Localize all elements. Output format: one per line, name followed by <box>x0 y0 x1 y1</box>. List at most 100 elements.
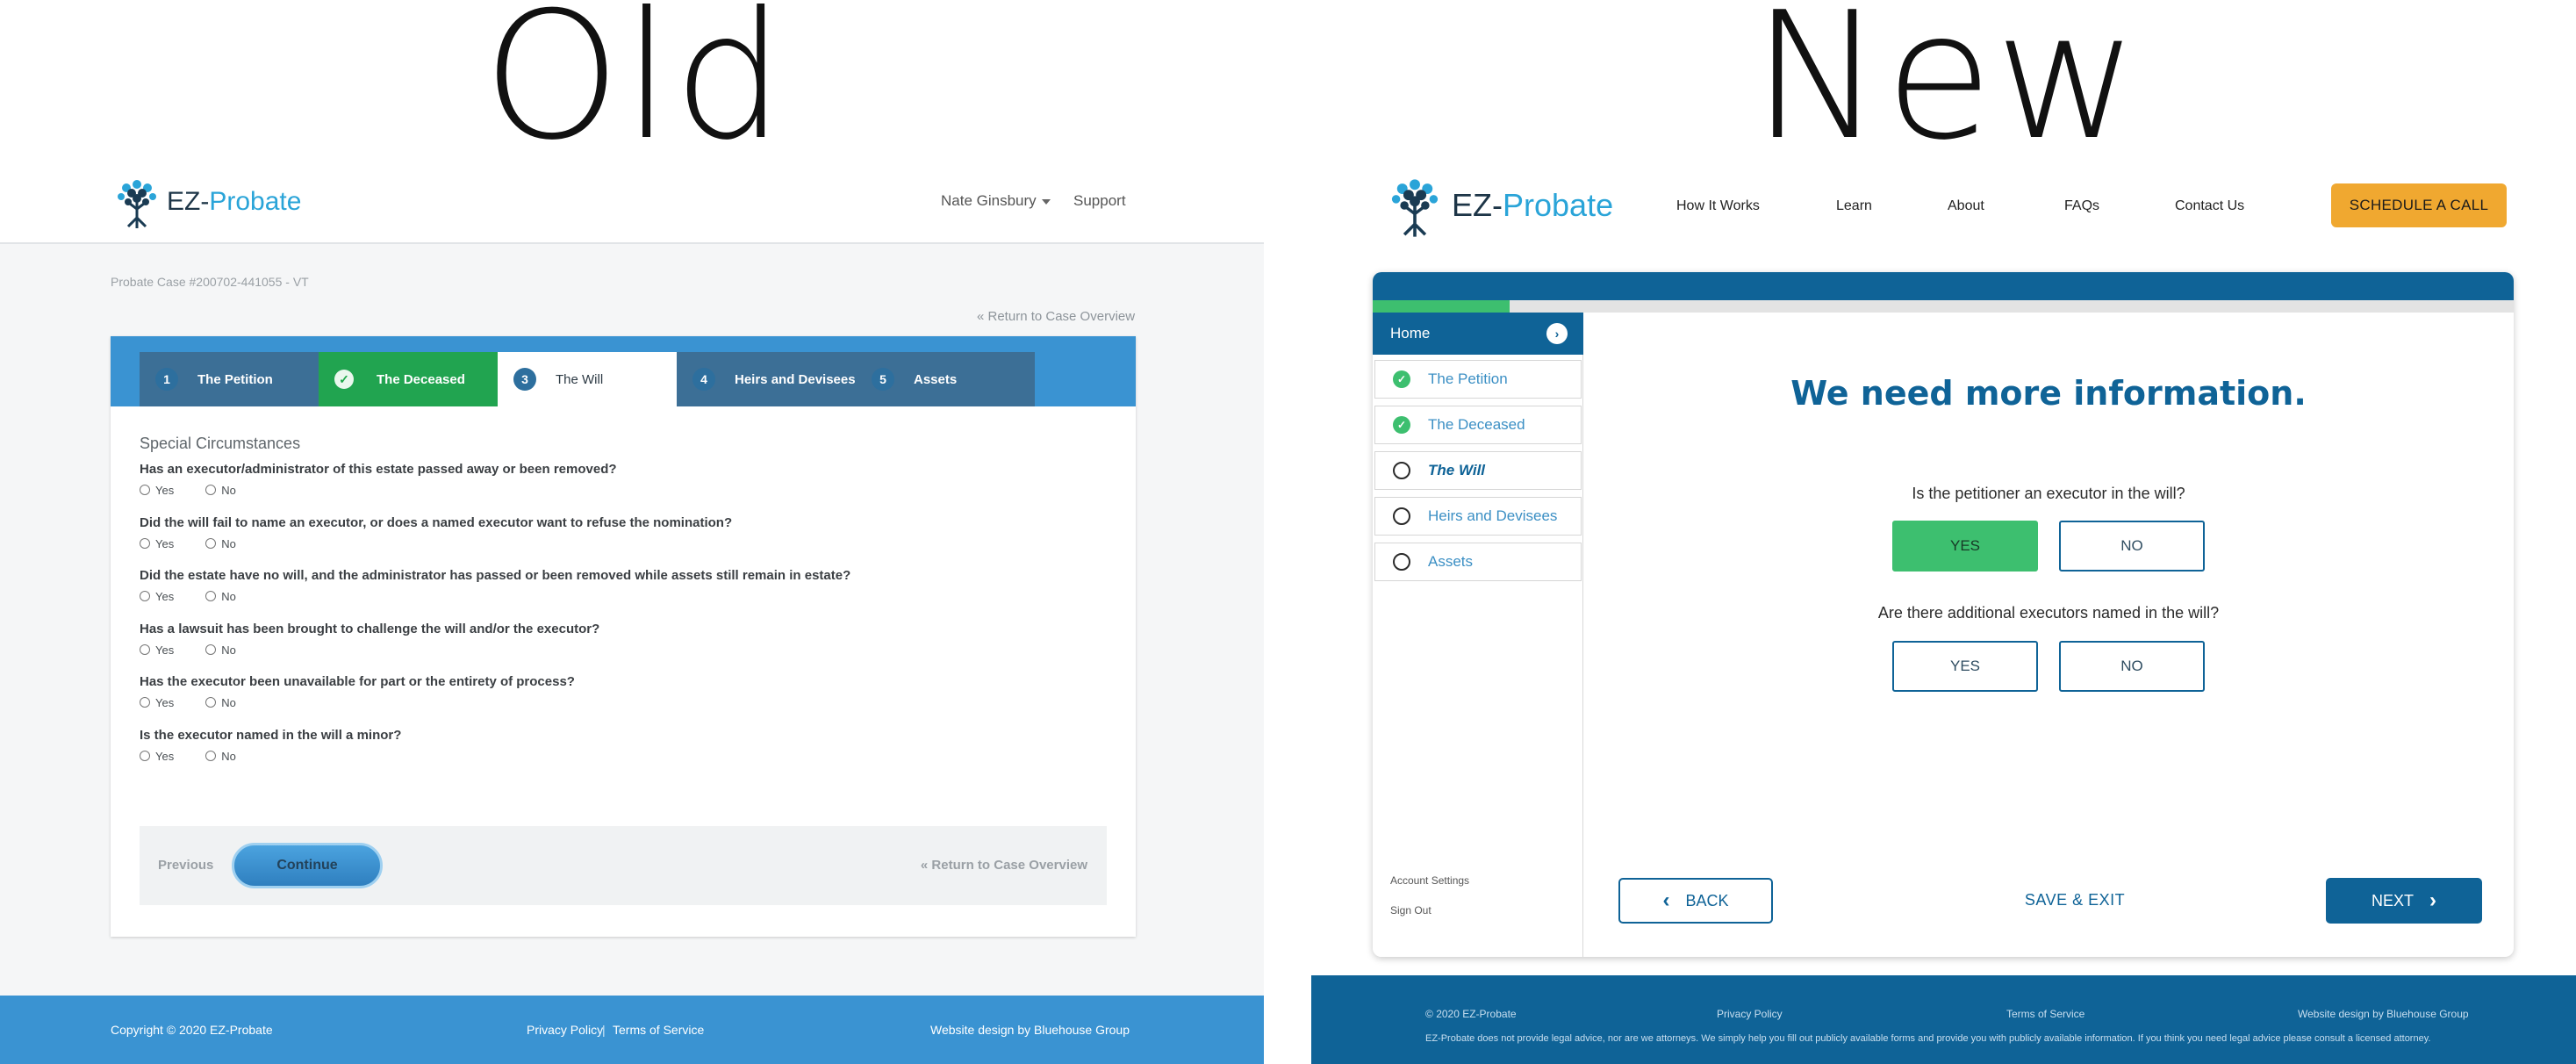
radio-icon[interactable] <box>205 697 217 708</box>
radio-no[interactable]: No <box>205 537 236 550</box>
radio-yes[interactable]: Yes <box>140 696 174 709</box>
radio-no[interactable]: No <box>205 750 236 763</box>
user-menu-label: Nate Ginsbury <box>941 192 1037 209</box>
tab-will[interactable]: 3 The Will <box>498 352 677 406</box>
question-2: Are there additional executors named in … <box>1877 604 2220 622</box>
tab-heirs[interactable]: 4 Heirs and Devisees <box>677 352 856 406</box>
privacy-link[interactable]: Privacy Policy <box>1717 1008 1783 1020</box>
schedule-call-button[interactable]: SCHEDULE A CALL <box>2331 183 2507 227</box>
radio-icon[interactable] <box>205 591 217 601</box>
new-design: EZ-Probate How It Works Learn About FAQs… <box>1311 0 2576 1064</box>
radio-yes[interactable]: Yes <box>140 750 174 763</box>
circle-icon <box>1393 553 1410 571</box>
privacy-link[interactable]: Privacy Policy <box>527 1023 603 1037</box>
radio-yes[interactable]: Yes <box>140 590 174 603</box>
nav-faqs[interactable]: FAQs <box>2064 198 2099 214</box>
radio-icon[interactable] <box>205 644 217 655</box>
progress-fill <box>1373 300 1510 313</box>
radio-no[interactable]: No <box>205 643 236 657</box>
chevron-right-icon: › <box>1546 323 1568 344</box>
sidebar-item-assets[interactable]: Assets <box>1374 543 1582 581</box>
radio-icon[interactable] <box>205 485 217 495</box>
radio-group: Yes No <box>140 537 236 550</box>
check-icon: ✓ <box>1393 416 1410 434</box>
nav-how-it-works[interactable]: How It Works <box>1676 198 1760 214</box>
sidebar-item-deceased[interactable]: ✓ The Deceased <box>1374 406 1582 444</box>
radio-group: Yes No <box>140 590 236 603</box>
support-link[interactable]: Support <box>1073 192 1126 210</box>
tab-assets[interactable]: 5 Assets <box>856 352 1035 406</box>
account-settings-link[interactable]: Account Settings <box>1390 874 1469 887</box>
question: Is the executor named in the will a mino… <box>140 728 402 743</box>
previous-button[interactable]: Previous <box>158 858 213 873</box>
radio-yes[interactable]: Yes <box>140 537 174 550</box>
question: Did the will fail to name an executor, o… <box>140 515 733 530</box>
tab-label: The Deceased <box>377 371 465 387</box>
form-actions: Previous Continue « Return to Case Overv… <box>140 826 1107 905</box>
sidebar-item-heirs[interactable]: Heirs and Devisees <box>1374 497 1582 536</box>
radio-icon[interactable] <box>140 751 150 761</box>
chevron-right-icon: › <box>2429 888 2436 912</box>
old-form-card: 1 The Petition ✓ The Deceased 3 The Will 4 H… <box>111 336 1136 937</box>
sidebar-item-petition[interactable]: ✓ The Petition <box>1374 360 1582 399</box>
radio-icon[interactable] <box>140 485 150 495</box>
radio-icon[interactable] <box>140 538 150 549</box>
radio-no[interactable]: No <box>205 484 236 497</box>
radio-yes[interactable]: Yes <box>140 484 174 497</box>
terms-link[interactable]: Terms of Service <box>2006 1008 2084 1020</box>
return-link-bottom[interactable]: « Return to Case Overview <box>921 858 1087 873</box>
check-icon: ✓ <box>334 370 354 389</box>
radio-icon[interactable] <box>140 591 150 601</box>
tab-petition[interactable]: 1 The Petition <box>140 352 319 406</box>
sidebar-item-label: The Will <box>1428 462 1486 478</box>
q2-yes-button[interactable]: YES <box>1892 641 2038 692</box>
sign-out-link[interactable]: Sign Out <box>1390 904 1432 917</box>
radio-icon[interactable] <box>205 538 217 549</box>
caret-down-icon <box>1041 198 1051 205</box>
radio-no[interactable]: No <box>205 590 236 603</box>
return-link-top[interactable]: « Return to Case Overview <box>977 309 1135 324</box>
nav-contact[interactable]: Contact Us <box>2175 198 2244 214</box>
new-logo[interactable]: EZ-Probate <box>1381 172 1613 239</box>
new-footer: © 2020 EZ-Probate Privacy Policy Terms o… <box>1311 975 2576 1064</box>
radio-group: Yes No <box>140 750 236 763</box>
design-credit[interactable]: Website design by Bluehouse Group <box>930 1023 1130 1037</box>
new-form-card: Home › ✓ The Petition ✓ The Deceased The W… <box>1373 272 2514 957</box>
user-menu[interactable]: Nate Ginsbury <box>941 192 1051 210</box>
q2-no-button[interactable]: NO <box>2059 641 2205 692</box>
next-label: NEXT <box>2371 891 2414 909</box>
design-credit[interactable]: Website design by Bluehouse Group <box>2298 1008 2469 1020</box>
question: Did the estate have no will, and the adm… <box>140 568 851 583</box>
question: Has a lawsuit has been brought to challe… <box>140 622 600 636</box>
sidebar-item-will[interactable]: The Will <box>1374 451 1582 490</box>
back-button[interactable]: ‹ BACK <box>1618 878 1773 924</box>
radio-yes[interactable]: Yes <box>140 643 174 657</box>
progress-bar <box>1373 300 2514 313</box>
radio-icon[interactable] <box>205 751 217 761</box>
next-button[interactable]: NEXT › <box>2326 878 2482 924</box>
footer-separator: | <box>602 1023 606 1037</box>
old-logo[interactable]: EZ-Probate <box>109 174 301 230</box>
old-design: EZ-Probate Nate Ginsbury Support Probate… <box>0 0 1264 1064</box>
logo-prefix: EZ- <box>167 187 210 216</box>
q1-yes-button[interactable]: YES <box>1892 521 2038 572</box>
radio-icon[interactable] <box>140 644 150 655</box>
terms-link[interactable]: Terms of Service <box>613 1023 704 1037</box>
sidebar-home[interactable]: Home › <box>1373 313 1583 355</box>
save-exit-button[interactable]: SAVE & EXIT <box>1987 891 2163 909</box>
radio-icon[interactable] <box>140 697 150 708</box>
nav-learn[interactable]: Learn <box>1836 198 1872 214</box>
nav-about[interactable]: About <box>1948 198 1984 214</box>
continue-button[interactable]: Continue <box>232 843 383 888</box>
copyright: Copyright © 2020 EZ-Probate <box>111 1023 273 1037</box>
tab-number: 5 <box>872 368 894 391</box>
circle-icon <box>1393 462 1410 479</box>
tab-deceased[interactable]: ✓ The Deceased <box>319 352 498 406</box>
radio-no[interactable]: No <box>205 696 236 709</box>
q1-no-button[interactable]: NO <box>2059 521 2205 572</box>
copyright: © 2020 EZ-Probate <box>1425 1008 1517 1020</box>
tree-logo-icon <box>1391 179 1439 237</box>
tab-label: Assets <box>914 371 958 387</box>
circle-icon <box>1393 507 1410 525</box>
copyright-icon: © <box>1425 1008 1433 1020</box>
